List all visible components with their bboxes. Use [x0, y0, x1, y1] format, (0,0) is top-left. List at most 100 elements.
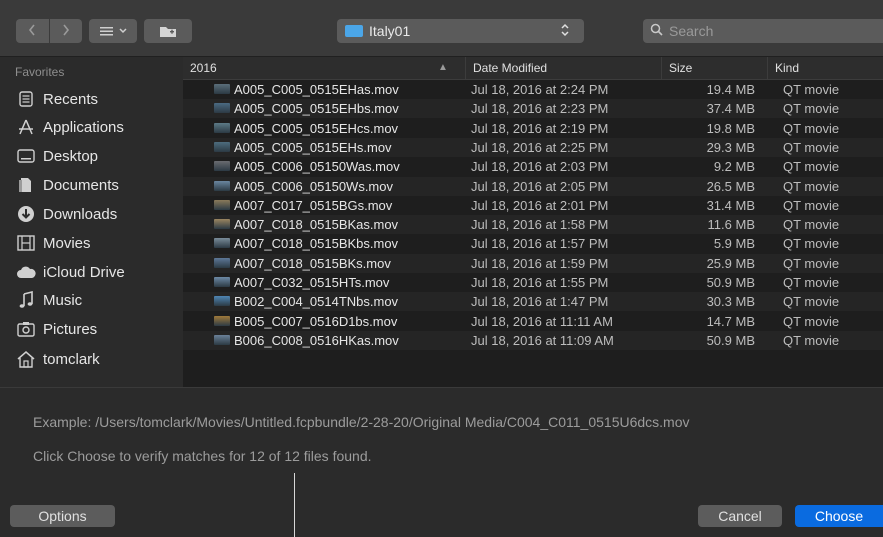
file-kind: QT movie [783, 217, 840, 233]
sidebar-item-label: Pictures [43, 320, 98, 338]
movie-thumbnail-icon [214, 277, 230, 287]
sidebar-item-documents[interactable]: Documents [16, 173, 119, 197]
toolbar: Italy01 [0, 0, 883, 57]
sidebar: Favorites Recents Applications Desktop D… [0, 57, 183, 387]
sidebar-item-applications[interactable]: Applications [16, 115, 124, 139]
file-size: 37.4 MB [706, 101, 755, 117]
file-date: Jul 18, 2016 at 11:09 AM [471, 332, 614, 348]
file-row[interactable]: A005_C006_05150Was.mov Jul 18, 2016 at 2:… [183, 157, 883, 176]
sidebar-item-recents[interactable]: Recents [16, 87, 98, 111]
file-kind: QT movie [783, 178, 840, 194]
file-row[interactable]: A005_C006_05150Ws.mov Jul 18, 2016 at 2:0… [183, 176, 883, 196]
file-name: A005_C006_05150Was.mov [234, 159, 400, 175]
movie-thumbnail-icon [214, 161, 230, 172]
sidebar-item-label: iCloud Drive [43, 263, 125, 281]
file-row[interactable]: A007_C032_0515HTs.mov Jul 18, 2016 at 1:5… [183, 273, 883, 292]
column-header-date[interactable]: Date Modified [465, 57, 661, 79]
file-date: Jul 18, 2016 at 2:23 PM [471, 101, 609, 117]
sidebar-item-label: Recents [43, 90, 99, 108]
movies-icon [16, 233, 36, 253]
file-size: 5.9 MB [713, 236, 755, 252]
sidebar-item-label: Documents [43, 176, 119, 194]
file-kind: QT movie [783, 255, 840, 271]
updown-chevron-icon [560, 22, 570, 41]
location-popup[interactable]: Italy01 [337, 19, 584, 43]
file-name: A005_C005_0515EHbs.mov [234, 101, 399, 117]
sidebar-item-label: Movies [43, 234, 91, 252]
choose-button[interactable]: Choose [795, 505, 883, 527]
movie-thumbnail-icon [214, 141, 230, 152]
file-date: Jul 18, 2016 at 2:24 PM [471, 82, 609, 97]
file-size: 26.5 MB [706, 178, 755, 194]
file-row[interactable]: B006_C008_0516HKas.mov Jul 18, 2016 at 11… [183, 330, 883, 350]
list-view-icon [99, 27, 113, 36]
file-name: A005_C005_0515EHcs.mov [234, 120, 399, 136]
options-button[interactable]: Options [10, 505, 115, 527]
file-row[interactable]: A007_C018_0515BKas.mov Jul 18, 2016 at 1:… [183, 215, 883, 235]
file-kind: QT movie [783, 120, 840, 136]
sidebar-item-music[interactable]: Music [16, 288, 82, 312]
music-icon [16, 290, 36, 310]
file-row[interactable]: A005_C005_0515EHs.mov Jul 18, 2016 at 2:2… [183, 137, 883, 157]
sidebar-item-downloads[interactable]: Downloads [16, 202, 117, 226]
file-kind: QT movie [783, 275, 840, 290]
icloud-icon [16, 262, 36, 282]
file-date: Jul 18, 2016 at 1:59 PM [471, 255, 609, 271]
file-name: A007_C018_0515BKbs.mov [234, 236, 399, 252]
file-kind: QT movie [783, 159, 840, 175]
file-date: Jul 18, 2016 at 2:19 PM [471, 120, 609, 136]
sidebar-item-label: Music [43, 291, 83, 309]
file-size: 19.4 MB [706, 82, 755, 97]
sidebar-item-tomclark[interactable]: tomclark [16, 347, 100, 371]
file-name: A007_C017_0515BGs.mov [234, 197, 393, 213]
column-header-name[interactable]: 2016 [183, 57, 460, 79]
sidebar-item-pictures[interactable]: Pictures [16, 317, 97, 341]
file-size: 30.3 MB [706, 294, 755, 310]
file-row[interactable]: A007_C017_0515BGs.mov Jul 18, 2016 at 2:0… [183, 196, 883, 215]
file-name: A005_C005_0515EHs.mov [234, 139, 392, 155]
file-kind: QT movie [783, 139, 840, 155]
file-date: Jul 18, 2016 at 1:47 PM [471, 294, 609, 310]
file-row[interactable]: A007_C018_0515BKbs.mov Jul 18, 2016 at 1:… [183, 234, 883, 253]
new-folder-button[interactable] [144, 19, 192, 43]
file-name: B002_C004_0514TNbs.mov [234, 294, 399, 310]
file-row[interactable]: B002_C004_0514TNbs.mov Jul 18, 2016 at 1:… [183, 292, 883, 312]
column-header-kind[interactable]: Kind [767, 57, 883, 79]
sidebar-item-movies[interactable]: Movies [16, 231, 91, 255]
file-size: 9.2 MB [713, 159, 755, 175]
home-icon [16, 349, 36, 369]
cancel-button[interactable]: Cancel [698, 505, 782, 527]
pictures-icon [16, 319, 36, 339]
back-button[interactable] [16, 23, 49, 40]
file-row[interactable]: A007_C018_0515BKs.mov Jul 18, 2016 at 1:5… [183, 253, 883, 273]
file-row[interactable]: A005_C005_0515EHas.mov Jul 18, 2016 at 2:… [183, 80, 883, 99]
movie-thumbnail-icon [214, 84, 230, 94]
view-options-button[interactable] [89, 19, 137, 43]
info-panel: Example: /Users/tomclark/Movies/Untitled… [0, 387, 883, 537]
file-date: Jul 18, 2016 at 2:03 PM [471, 159, 609, 175]
sidebar-item-icloud-drive[interactable]: iCloud Drive [16, 260, 125, 284]
file-size: 14.7 MB [706, 313, 755, 329]
new-folder-icon [160, 26, 176, 37]
movie-thumbnail-icon [214, 296, 230, 307]
search-input[interactable] [667, 22, 871, 40]
file-name: B005_C007_0516D1bs.mov [234, 313, 398, 329]
nav-buttons [16, 19, 82, 43]
search-field[interactable] [643, 19, 883, 43]
file-date: Jul 18, 2016 at 2:05 PM [471, 178, 609, 194]
file-name: A005_C006_05150Ws.mov [234, 178, 393, 194]
sidebar-item-desktop[interactable]: Desktop [16, 144, 98, 168]
file-list: 2016 ▲ Date Modified Size Kind A005_C005… [183, 57, 883, 387]
forward-button[interactable] [50, 23, 83, 40]
sidebar-item-label: Desktop [43, 147, 99, 165]
recents-icon [16, 89, 36, 109]
file-row[interactable]: B005_C007_0516D1bs.mov Jul 18, 2016 at 11… [183, 312, 883, 331]
file-kind: QT movie [783, 236, 840, 252]
column-header-size[interactable]: Size [661, 57, 767, 79]
file-date: Jul 18, 2016 at 1:55 PM [471, 275, 609, 290]
file-row[interactable]: A005_C005_0515EHcs.mov Jul 18, 2016 at 2:… [183, 119, 883, 138]
search-icon [650, 23, 663, 39]
file-size: 50.9 MB [706, 275, 755, 290]
folder-icon [345, 25, 363, 37]
file-row[interactable]: A005_C005_0515EHbs.mov Jul 18, 2016 at 2:… [183, 99, 883, 119]
